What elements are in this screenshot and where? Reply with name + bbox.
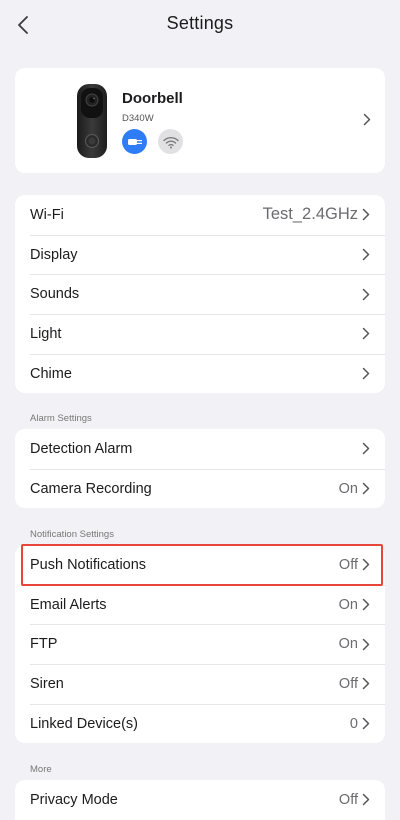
device-model: D340W <box>122 113 154 124</box>
settings-row-display[interactable]: Display <box>15 234 385 275</box>
settings-row-camera-recording[interactable]: Camera Recording On <box>15 468 385 509</box>
row-value: On <box>338 480 358 497</box>
row-value: Off <box>338 791 358 808</box>
row-value: On <box>338 636 358 653</box>
notification-settings-card: Push Notifications Off Email Alerts On F… <box>15 545 385 744</box>
chevron-right-icon <box>362 638 370 650</box>
chevron-right-icon <box>362 794 370 806</box>
device-card[interactable]: Doorbell D340W <box>15 68 385 173</box>
chevron-right-icon <box>362 328 370 340</box>
settings-row-sounds[interactable]: Sounds <box>15 274 385 314</box>
row-label: Detection Alarm <box>30 440 133 457</box>
chevron-right-icon <box>362 248 370 261</box>
wifi-icon <box>162 136 179 148</box>
chevron-right-icon <box>362 443 370 455</box>
settings-row-chime[interactable]: Chime <box>15 353 385 394</box>
power-plug-icon <box>127 138 142 145</box>
chevron-right-icon <box>362 367 370 380</box>
more-settings-card: Privacy Mode Off <box>15 780 385 820</box>
chevron-right-icon <box>362 598 370 611</box>
page-title: Settings <box>166 13 234 33</box>
row-label: Sounds <box>30 286 80 303</box>
section-label-more: More <box>30 764 52 775</box>
settings-row-siren[interactable]: Siren Off <box>15 664 385 704</box>
row-label: Privacy Mode <box>30 791 118 808</box>
row-label: Display <box>30 246 78 263</box>
device-name: Doorbell <box>122 90 183 107</box>
settings-row-email-alerts[interactable]: Email Alerts On <box>15 584 385 625</box>
row-label: Linked Device(s) <box>30 715 138 732</box>
chevron-right-icon <box>362 209 370 221</box>
chevron-right-icon <box>362 559 370 571</box>
row-label: Camera Recording <box>30 480 152 497</box>
row-label: Siren <box>30 675 64 692</box>
row-value: On <box>338 596 358 613</box>
row-value: Off <box>338 556 358 573</box>
header: Settings <box>0 0 400 50</box>
settings-row-push-notifications[interactable]: Push Notifications Off <box>15 545 385 585</box>
settings-row-ftp[interactable]: FTP On <box>15 624 385 664</box>
wifi-status-badge <box>158 129 183 154</box>
doorbell-device-image <box>77 84 107 158</box>
alarm-settings-card: Detection Alarm Camera Recording On <box>15 429 385 509</box>
row-value: Test_2.4GHz <box>262 205 358 224</box>
chevron-right-icon <box>362 482 370 495</box>
power-status-badge <box>122 129 147 154</box>
section-label-alarm: Alarm Settings <box>30 413 92 424</box>
chevron-right-icon <box>363 113 371 126</box>
row-value: Off <box>338 675 358 692</box>
row-value: 0 <box>349 715 358 732</box>
row-label: Wi-Fi <box>30 206 64 223</box>
settings-row-linked-devices[interactable]: Linked Device(s) 0 <box>15 703 385 744</box>
settings-row-wifi[interactable]: Wi-Fi Test_2.4GHz <box>15 195 385 235</box>
row-label: FTP <box>30 636 58 653</box>
chevron-right-icon <box>362 717 370 730</box>
row-label: Push Notifications <box>30 556 147 573</box>
settings-row-detection-alarm[interactable]: Detection Alarm <box>15 429 385 469</box>
chevron-right-icon <box>362 288 370 300</box>
row-label: Light <box>30 325 62 342</box>
section-label-notification: Notification Settings <box>30 529 114 540</box>
settings-row-light[interactable]: Light <box>15 314 385 354</box>
settings-row-privacy-mode[interactable]: Privacy Mode Off <box>15 780 385 820</box>
general-settings-card: Wi-Fi Test_2.4GHz Display Sounds Light C… <box>15 195 385 394</box>
chevron-right-icon <box>362 678 370 690</box>
row-label: Chime <box>30 365 72 382</box>
row-label: Email Alerts <box>30 596 107 613</box>
